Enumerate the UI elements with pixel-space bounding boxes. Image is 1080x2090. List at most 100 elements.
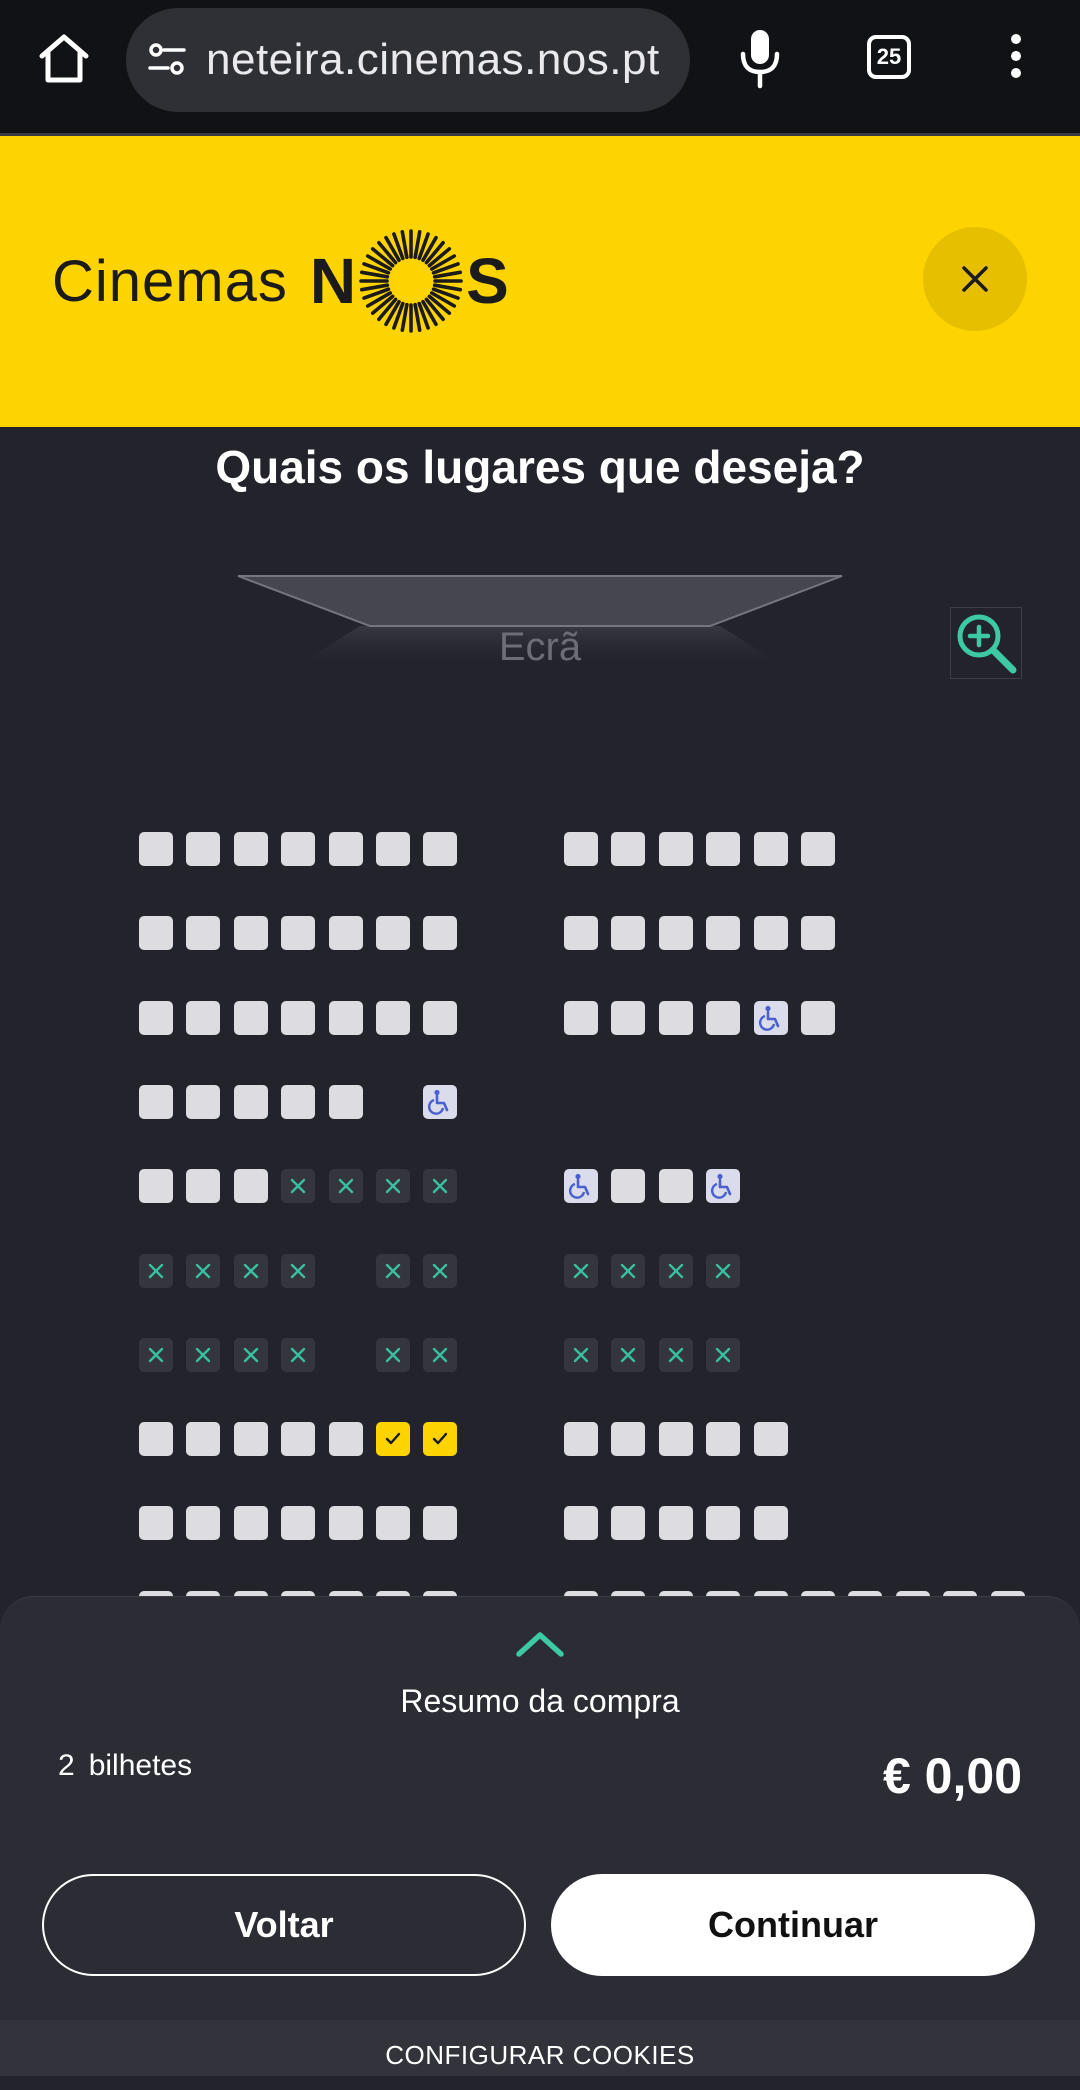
seat-occupied — [186, 1337, 221, 1372]
seat-available[interactable] — [564, 1506, 598, 1541]
seat-available[interactable] — [801, 832, 835, 866]
seat-wheelchair[interactable] — [564, 1169, 598, 1204]
summary-title: Resumo da compra — [400, 1683, 680, 1719]
seat-available[interactable] — [186, 1084, 221, 1119]
seat-available[interactable] — [753, 832, 788, 866]
seat-available[interactable] — [139, 1506, 173, 1541]
seat-available[interactable] — [139, 1422, 173, 1457]
seat-available[interactable] — [186, 1422, 221, 1457]
seat-available[interactable] — [139, 1169, 173, 1204]
seat-available[interactable] — [186, 1000, 221, 1035]
seat-occupied — [423, 1169, 458, 1204]
seat-occupied — [658, 1337, 693, 1372]
seat-occupied — [423, 1253, 458, 1288]
seat-available[interactable] — [706, 832, 741, 866]
seat-available[interactable] — [706, 1422, 741, 1457]
seat-available[interactable] — [564, 1000, 598, 1035]
seat-occupied — [658, 1253, 693, 1288]
ticket-count-number: 2 — [58, 1749, 75, 1782]
cookie-settings-link[interactable]: CONFIGURAR COOKIES — [0, 2020, 1080, 2076]
seat-available[interactable] — [611, 1169, 646, 1204]
seat-available[interactable] — [233, 916, 268, 951]
seat-available[interactable] — [328, 1422, 363, 1457]
seat-available[interactable] — [139, 1000, 173, 1035]
seat-available[interactable] — [328, 1084, 363, 1119]
seat-available[interactable] — [328, 832, 363, 866]
seat-available[interactable] — [423, 1000, 458, 1035]
seat-available[interactable] — [658, 1422, 693, 1457]
seat-available[interactable] — [423, 1506, 458, 1541]
seat-available[interactable] — [564, 916, 598, 951]
seat-available[interactable] — [186, 916, 221, 951]
seat-available[interactable] — [753, 1422, 788, 1457]
seat-available[interactable] — [233, 1084, 268, 1119]
seat-available[interactable] — [233, 1000, 268, 1035]
seat-available[interactable] — [611, 832, 646, 866]
seat-available[interactable] — [611, 1506, 646, 1541]
seat-available[interactable] — [281, 1000, 316, 1035]
seat-available[interactable] — [658, 832, 693, 866]
seat-available[interactable] — [281, 1506, 316, 1541]
seat-available[interactable] — [328, 1506, 363, 1541]
seat-selected[interactable] — [376, 1422, 410, 1457]
seat-available[interactable] — [139, 1084, 173, 1119]
seat-available[interactable] — [139, 832, 173, 866]
ticket-count: 2 bilhetes — [58, 1749, 192, 1783]
seat-occupied — [564, 1253, 598, 1288]
seat-occupied — [281, 1253, 316, 1288]
seat-available[interactable] — [611, 1422, 646, 1457]
seat-available[interactable] — [186, 1169, 221, 1204]
seat-available[interactable] — [281, 916, 316, 951]
seat-available[interactable] — [658, 916, 693, 951]
seat-wheelchair[interactable] — [706, 1169, 741, 1204]
seat-available[interactable] — [753, 916, 788, 951]
seat-available[interactable] — [139, 916, 173, 951]
seat-occupied — [564, 1337, 598, 1372]
seat-available[interactable] — [233, 1506, 268, 1541]
seat-occupied — [706, 1337, 741, 1372]
back-button[interactable]: Voltar — [42, 1874, 526, 1976]
seat-available[interactable] — [564, 832, 598, 866]
seat-available[interactable] — [233, 1422, 268, 1457]
seat-available[interactable] — [423, 916, 458, 951]
seat-wheelchair[interactable] — [753, 1000, 788, 1035]
seat-available[interactable] — [658, 1000, 693, 1035]
seat-available[interactable] — [801, 1000, 835, 1035]
seat-selected[interactable] — [423, 1422, 458, 1457]
seat-wheelchair[interactable] — [423, 1084, 458, 1119]
seat-available[interactable] — [186, 832, 221, 866]
seat-occupied — [706, 1253, 741, 1288]
seat-available[interactable] — [376, 832, 410, 866]
seat-available[interactable] — [611, 1000, 646, 1035]
seat-available[interactable] — [564, 1422, 598, 1457]
seat-available[interactable] — [376, 1000, 410, 1035]
seat-occupied — [139, 1253, 173, 1288]
seat-available[interactable] — [706, 916, 741, 951]
seat-occupied — [233, 1253, 268, 1288]
seat-map — [0, 0, 1080, 1625]
seat-available[interactable] — [706, 1000, 741, 1035]
seat-available[interactable] — [281, 832, 316, 866]
seat-available[interactable] — [376, 916, 410, 951]
seat-available[interactable] — [658, 1506, 693, 1541]
total-price: € 0,00 — [882, 1748, 1022, 1804]
continue-button[interactable]: Continuar — [551, 1874, 1035, 1976]
seat-available[interactable] — [658, 1169, 693, 1204]
seat-occupied — [281, 1169, 316, 1204]
purchase-summary-sheet: Resumo da compra 2 bilhetes € 0,00 Voltar… — [0, 1596, 1080, 2021]
seat-occupied — [328, 1169, 363, 1204]
chevron-up-icon[interactable] — [514, 1627, 566, 1661]
seat-available[interactable] — [281, 1084, 316, 1119]
seat-available[interactable] — [611, 916, 646, 951]
seat-available[interactable] — [801, 916, 835, 951]
seat-available[interactable] — [423, 832, 458, 866]
seat-available[interactable] — [376, 1506, 410, 1541]
seat-available[interactable] — [233, 832, 268, 866]
seat-available[interactable] — [328, 1000, 363, 1035]
seat-available[interactable] — [186, 1506, 221, 1541]
seat-available[interactable] — [281, 1422, 316, 1457]
seat-available[interactable] — [233, 1169, 268, 1204]
seat-available[interactable] — [328, 916, 363, 951]
seat-available[interactable] — [753, 1506, 788, 1541]
seat-available[interactable] — [706, 1506, 741, 1541]
